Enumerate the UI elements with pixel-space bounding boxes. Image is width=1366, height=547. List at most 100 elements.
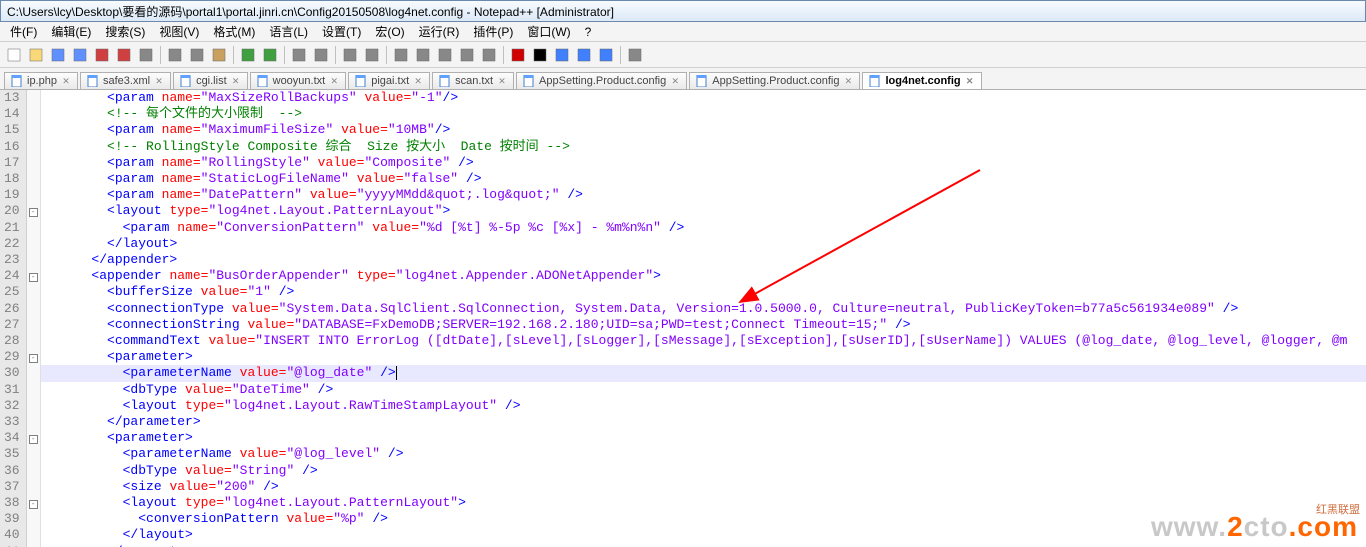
fold-marker[interactable]: - (27, 430, 40, 446)
code-line[interactable]: <param name="DatePattern" value="yyyyMMd… (45, 187, 1366, 203)
fold-marker (27, 90, 40, 106)
tab-close-icon[interactable]: ✕ (670, 76, 680, 86)
toolbar-indent-icon[interactable] (457, 45, 477, 65)
menu-help[interactable]: ? (579, 24, 598, 40)
menu-format[interactable]: 格式(M) (207, 22, 261, 41)
toolbar-macro-save-icon[interactable] (596, 45, 616, 65)
code-line[interactable]: <size value="200" /> (45, 479, 1366, 495)
code-line[interactable]: <connectionType value="System.Data.SqlCl… (45, 301, 1366, 317)
code-line[interactable]: <param name="RollingStyle" value="Compos… (45, 155, 1366, 171)
menu-window[interactable]: 窗口(W) (521, 22, 576, 41)
menu-search[interactable]: 搜索(S) (99, 22, 151, 41)
code-line[interactable]: <param name="MaximumFileSize" value="10M… (45, 122, 1366, 138)
menu-macro[interactable]: 宏(O) (369, 22, 410, 41)
code-line[interactable]: <!-- RollingStyle Composite 综合 Size 按大小 … (45, 139, 1366, 155)
menu-file[interactable]: 件(F) (4, 22, 43, 41)
toolbar-macro-stop-icon[interactable] (530, 45, 550, 65)
toolbar-cut-icon[interactable] (165, 45, 185, 65)
code-line[interactable]: <dbType value="DateTime" /> (45, 382, 1366, 398)
code-line[interactable]: <bufferSize value="1" /> (45, 284, 1366, 300)
menu-settings[interactable]: 设置(T) (316, 22, 367, 41)
code-line[interactable]: <parameter> (45, 349, 1366, 365)
menu-view[interactable]: 视图(V) (153, 22, 205, 41)
code-line[interactable]: <parameterName value="@log_level" /> (45, 446, 1366, 462)
toolbar-macro-play-multi-icon[interactable] (574, 45, 594, 65)
fold-marker[interactable]: - (27, 203, 40, 219)
toolbar-print-icon[interactable] (136, 45, 156, 65)
code-line[interactable]: <dbType value="String" /> (45, 463, 1366, 479)
tab-close-icon[interactable]: ✕ (843, 76, 853, 86)
tab-label: AppSetting.Product.config (539, 75, 666, 87)
line-number: 39 (4, 511, 20, 527)
tab-safe3-xml[interactable]: safe3.xml✕ (80, 72, 171, 89)
fold-marker[interactable]: - (27, 268, 40, 284)
tab-close-icon[interactable]: ✕ (154, 76, 164, 86)
code-line[interactable]: <param name="StaticLogFileName" value="f… (45, 171, 1366, 187)
code-line[interactable]: <param name="MaxSizeRollBackups" value="… (45, 90, 1366, 106)
toolbar-sync-icon[interactable] (391, 45, 411, 65)
toolbar-wrap-icon[interactable] (413, 45, 433, 65)
tab-AppSetting-Product-config[interactable]: AppSetting.Product.config✕ (689, 72, 860, 89)
tab-close-icon[interactable]: ✕ (329, 76, 339, 86)
fold-marker[interactable]: - (27, 349, 40, 365)
toolbar-redo-icon[interactable] (260, 45, 280, 65)
menu-plugins[interactable]: 插件(P) (467, 22, 519, 41)
toolbar-macro-play-icon[interactable] (552, 45, 572, 65)
fold-marker[interactable]: - (27, 495, 40, 511)
code-line[interactable]: <param name="ConversionPattern" value="%… (45, 220, 1366, 236)
tab-close-icon[interactable]: ✕ (231, 76, 241, 86)
code-line[interactable]: </parameter> (45, 414, 1366, 430)
toolbar-separator (620, 46, 621, 64)
toolbar-copy-icon[interactable] (187, 45, 207, 65)
toolbar-compare-icon[interactable] (625, 45, 645, 65)
toolbar-lang-icon[interactable] (479, 45, 499, 65)
editor-area[interactable]: 1314151617181920212223242526272829303132… (0, 90, 1366, 547)
tab-close-icon[interactable]: ✕ (965, 76, 975, 86)
code-line[interactable]: </appender> (45, 252, 1366, 268)
code-line[interactable]: <parameterName value="@log_date" /> (45, 365, 1366, 381)
tab-AppSetting-Product-config[interactable]: AppSetting.Product.config ✕ (516, 72, 687, 89)
toolbar-zoom-in-icon[interactable] (340, 45, 360, 65)
tab-log4net-config[interactable]: log4net.config✕ (862, 72, 981, 89)
menu-language[interactable]: 语言(L) (263, 22, 314, 41)
code-line[interactable]: <layout type="log4net.Layout.RawTimeStam… (45, 398, 1366, 414)
toolbar-close-all-icon[interactable] (114, 45, 134, 65)
toolbar-find-icon[interactable] (289, 45, 309, 65)
tab-pigai-txt[interactable]: pigai.txt✕ (348, 72, 430, 89)
window-title: C:\Users\lcy\Desktop\要看的源码\portal1\porta… (7, 3, 614, 20)
toolbar-undo-icon[interactable] (238, 45, 258, 65)
toolbar-close-icon[interactable] (92, 45, 112, 65)
toolbar-open-icon[interactable] (26, 45, 46, 65)
menu-bar: 件(F) 编辑(E) 搜索(S) 视图(V) 格式(M) 语言(L) 设置(T)… (0, 22, 1366, 42)
toolbar-new-icon[interactable] (4, 45, 24, 65)
toolbar-separator (386, 46, 387, 64)
tab-cgi-list[interactable]: cgi.list✕ (173, 72, 248, 89)
toolbar-zoom-out-icon[interactable] (362, 45, 382, 65)
code-line[interactable]: </layout> (45, 236, 1366, 252)
tab-close-icon[interactable]: ✕ (61, 76, 71, 86)
toolbar-replace-icon[interactable] (311, 45, 331, 65)
code-line[interactable]: <parameter> (45, 430, 1366, 446)
line-number: 17 (4, 155, 20, 171)
line-number: 23 (4, 252, 20, 268)
code-line[interactable]: <commandText value="INSERT INTO ErrorLog… (45, 333, 1366, 349)
toolbar-save-all-icon[interactable] (70, 45, 90, 65)
line-number: 19 (4, 187, 20, 203)
toolbar-chars-icon[interactable] (435, 45, 455, 65)
toolbar-macro-rec-icon[interactable] (508, 45, 528, 65)
tab-close-icon[interactable]: ✕ (413, 76, 423, 86)
code-line[interactable]: <appender name="BusOrderAppender" type="… (45, 268, 1366, 284)
menu-run[interactable]: 运行(R) (413, 22, 466, 41)
tab-close-icon[interactable]: ✕ (497, 76, 507, 86)
menu-edit[interactable]: 编辑(E) (45, 22, 97, 41)
code-line[interactable]: <!-- 每个文件的大小限制 --> (45, 106, 1366, 122)
code-line[interactable]: <layout type="log4net.Layout.PatternLayo… (45, 203, 1366, 219)
code-line[interactable]: <connectionString value="DATABASE=FxDemo… (45, 317, 1366, 333)
toolbar-paste-icon[interactable] (209, 45, 229, 65)
code-content[interactable]: <param name="MaxSizeRollBackups" value="… (41, 90, 1366, 547)
tab-scan-txt[interactable]: scan.txt✕ (432, 72, 514, 89)
tab-wooyun-txt[interactable]: wooyun.txt✕ (250, 72, 347, 89)
tab-ip-php[interactable]: ip.php✕ (4, 72, 78, 89)
toolbar-save-icon[interactable] (48, 45, 68, 65)
code-line[interactable]: <layout type="log4net.Layout.PatternLayo… (45, 495, 1366, 511)
